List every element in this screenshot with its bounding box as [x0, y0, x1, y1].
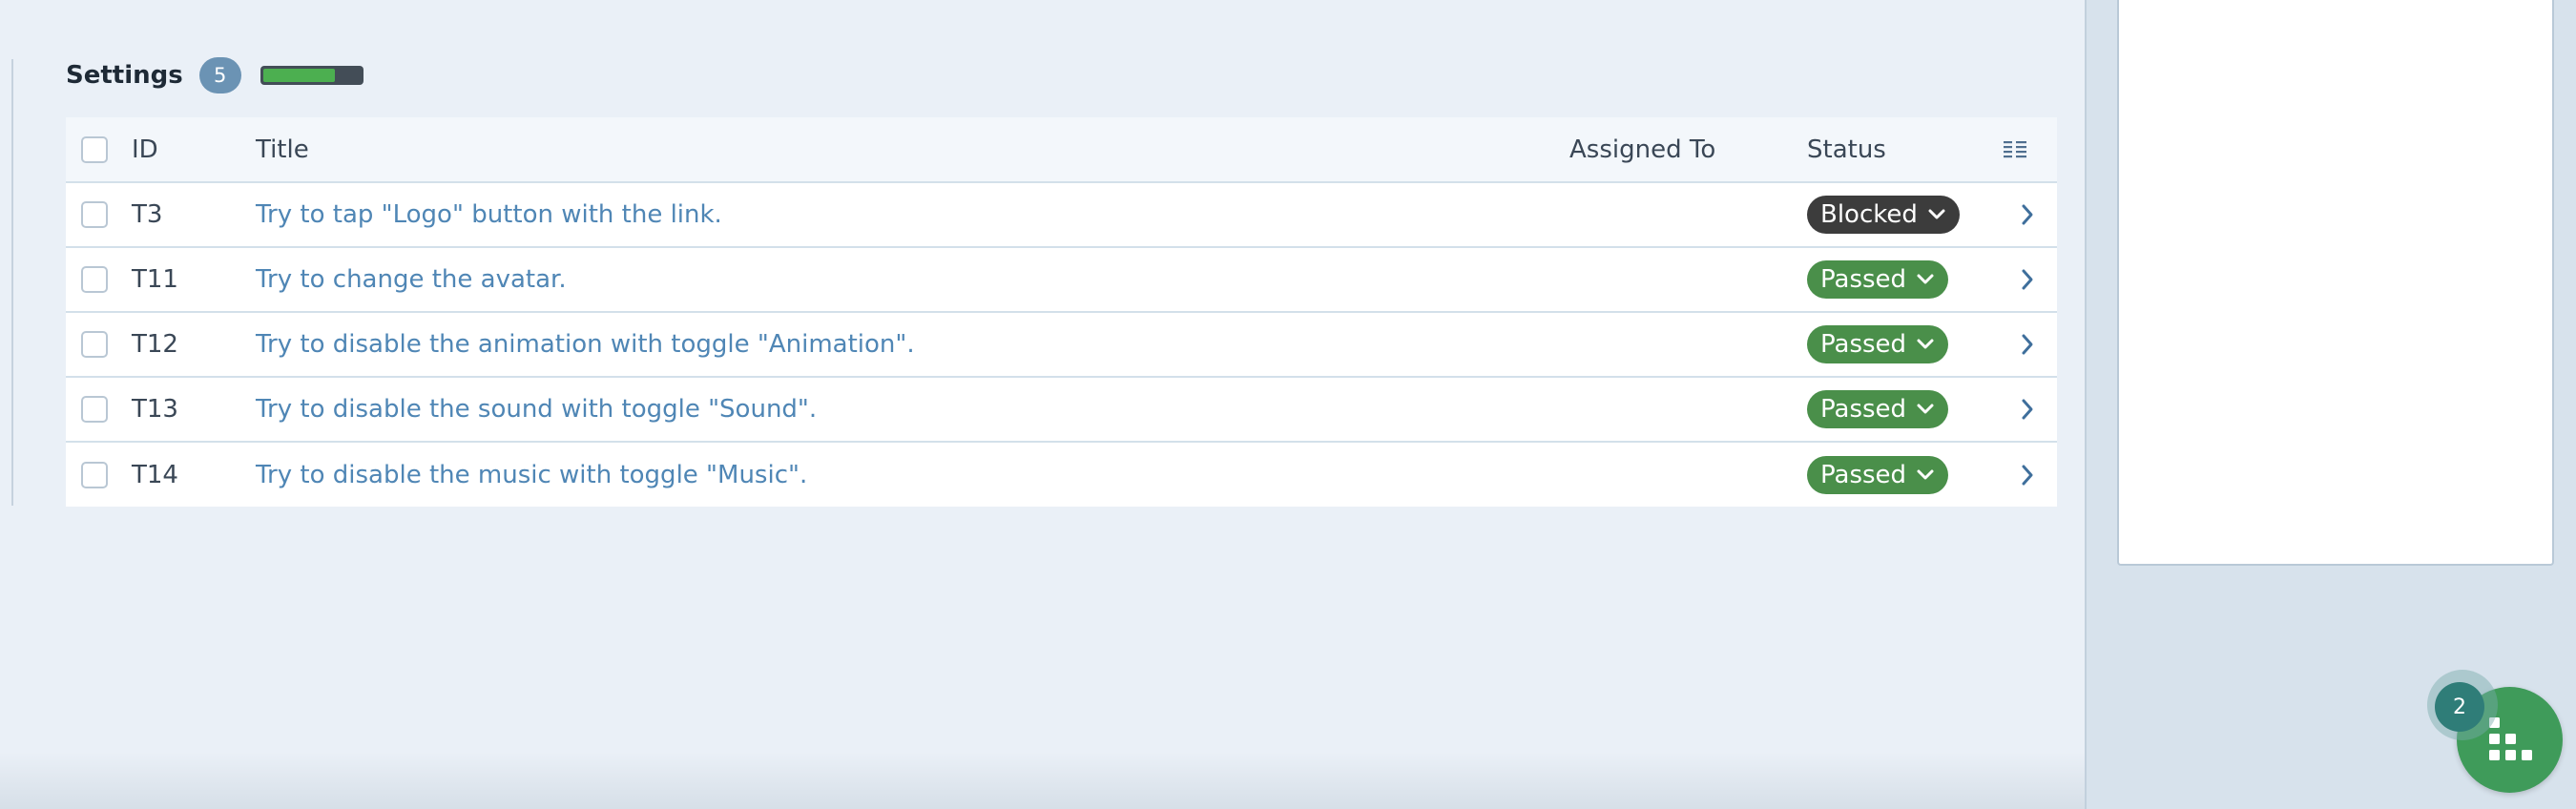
chevron-right-icon[interactable]	[2020, 397, 2035, 422]
table-row[interactable]: T12 Try to disable the animation with tog…	[66, 313, 2057, 378]
status-dropdown[interactable]: Passed	[1807, 455, 1949, 494]
row-title-link[interactable]: Try to tap "Logo" button with the link.	[256, 200, 722, 229]
chevron-down-icon	[1928, 209, 1945, 219]
columns-icon[interactable]	[2003, 139, 2027, 160]
status-dropdown[interactable]: Blocked	[1807, 196, 1960, 234]
row-id: T13	[132, 395, 178, 424]
left-divider	[11, 59, 13, 506]
select-all-checkbox[interactable]	[81, 135, 108, 163]
column-header-title[interactable]: Title	[256, 135, 309, 164]
case-count-badge: 5	[198, 57, 241, 93]
status-dropdown[interactable]: Passed	[1807, 325, 1949, 363]
table-row[interactable]: T13 Try to disable the sound with toggle …	[66, 378, 2057, 443]
section-header: Settings 5	[66, 55, 364, 95]
row-title-link[interactable]: Try to change the avatar.	[256, 265, 567, 294]
table-row[interactable]: T14 Try to disable the music with toggle …	[66, 443, 2057, 507]
chevron-right-icon[interactable]	[2020, 463, 2035, 487]
row-checkbox[interactable]	[81, 396, 108, 423]
row-id: T12	[132, 330, 178, 359]
column-header-status[interactable]: Status	[1807, 135, 1886, 164]
section-title: Settings	[66, 61, 183, 90]
grid-apps-icon	[2489, 717, 2532, 760]
table-header-row: ID Title Assigned To Status	[66, 117, 2057, 183]
chevron-right-icon[interactable]	[2020, 267, 2035, 292]
row-id: T3	[132, 200, 163, 229]
row-id: T11	[132, 265, 178, 294]
fab-notification-badge[interactable]: 2	[2435, 682, 2484, 732]
chevron-right-icon[interactable]	[2020, 202, 2035, 227]
column-header-assigned-to[interactable]: Assigned To	[1569, 135, 1715, 164]
row-checkbox[interactable]	[81, 201, 108, 228]
chevron-down-icon	[1917, 469, 1934, 479]
column-header-id[interactable]: ID	[132, 135, 158, 164]
status-label: Passed	[1820, 330, 1907, 359]
row-checkbox[interactable]	[81, 461, 108, 488]
status-label: Passed	[1820, 395, 1907, 424]
status-label: Passed	[1820, 460, 1907, 489]
row-title-link[interactable]: Try to disable the animation with toggle…	[256, 330, 915, 359]
section-progress-bar	[260, 66, 364, 85]
status-label: Passed	[1820, 265, 1907, 294]
row-checkbox[interactable]	[81, 331, 108, 358]
progress-fill	[262, 69, 336, 82]
bottom-shade	[0, 752, 2085, 809]
table-row[interactable]: T11 Try to change the avatar. Passed	[66, 248, 2057, 313]
chevron-down-icon	[1917, 274, 1934, 284]
main-content: Settings 5 ID Title Assigned To Status T	[0, 0, 2085, 809]
status-label: Blocked	[1820, 200, 1918, 229]
row-id: T14	[132, 460, 178, 489]
chevron-down-icon	[1917, 339, 1934, 349]
chevron-right-icon[interactable]	[2020, 332, 2035, 357]
row-checkbox[interactable]	[81, 266, 108, 293]
side-panel-card	[2117, 0, 2554, 566]
status-dropdown[interactable]: Passed	[1807, 390, 1949, 428]
test-cases-table: ID Title Assigned To Status T3 Try to tap…	[66, 117, 2057, 507]
row-title-link[interactable]: Try to disable the music with toggle "Mu…	[256, 461, 807, 489]
table-row[interactable]: T3 Try to tap "Logo" button with the link…	[66, 183, 2057, 248]
row-title-link[interactable]: Try to disable the sound with toggle "So…	[256, 395, 817, 424]
chevron-down-icon	[1917, 404, 1934, 414]
status-dropdown[interactable]: Passed	[1807, 260, 1949, 299]
